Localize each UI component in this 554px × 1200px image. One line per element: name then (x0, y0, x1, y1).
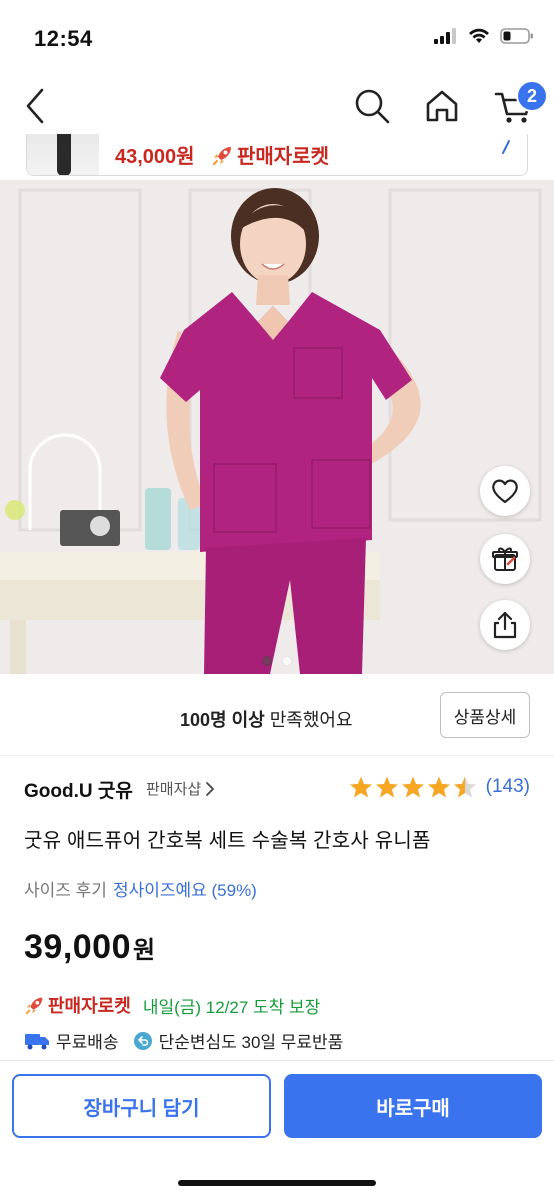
review-count[interactable]: (143) (486, 776, 530, 798)
strip-rocket-text: 판매자로켓 (237, 146, 329, 168)
seller-row: Good.U 굿유 판매자샵 (143) (24, 772, 530, 806)
carousel-dots (0, 656, 554, 666)
wifi-icon (469, 28, 489, 43)
carousel-dot[interactable] (262, 656, 272, 666)
chevron-right-icon (206, 781, 215, 796)
rocket-icon (25, 997, 43, 1015)
satisfaction-text: 100명 이상 만족했어요 (180, 706, 353, 732)
heart-icon (492, 479, 518, 504)
share-button[interactable] (480, 600, 530, 650)
size-review-value: 정사이즈예요 (59%) (112, 881, 257, 900)
return-policy: 단순변심도 30일 무료반품 (133, 1028, 344, 1053)
satisfaction-count: 100명 이상 (180, 710, 265, 730)
share-icon (493, 611, 517, 639)
rocket-badge-text: 판매자로켓 (48, 996, 131, 1016)
seller-name[interactable]: Good.U 굿유 (24, 776, 133, 803)
buy-now-button[interactable]: 바로구매 (284, 1074, 542, 1138)
size-review[interactable]: 사이즈 후기 정사이즈예요 (59%) (24, 876, 257, 901)
product-image[interactable] (0, 180, 554, 674)
product-title: 굿유 애드퓨어 간호복 세트 수술복 간호사 유니폼 (24, 830, 431, 852)
sticky-product-strip[interactable]: 43,000원 판매자로켓 (26, 134, 528, 176)
battery-icon (500, 28, 533, 44)
rating[interactable]: (143) (349, 774, 530, 800)
product-detail-button[interactable]: 상품상세 (440, 692, 530, 738)
star-rating-icon (349, 776, 476, 798)
gift-icon (492, 547, 518, 571)
satisfaction-row: 100명 이상 만족했어요 상품상세 (0, 674, 554, 756)
satisfaction-label: 만족했어요 (264, 710, 353, 730)
price: 39,000원 (24, 928, 156, 967)
back-icon[interactable] (18, 84, 54, 128)
product-photo (0, 180, 554, 674)
delivery-row: 판매자로켓 내일(금) 12/27 도착 보장 (24, 992, 320, 1018)
seller-shop-label: 판매자샵 (146, 781, 202, 798)
truck-icon (25, 1033, 49, 1049)
gift-button[interactable] (480, 534, 530, 584)
home-icon[interactable] (422, 86, 462, 126)
status-icons (434, 28, 534, 44)
arrival-guarantee: 내일(금) 12/27 도착 보장 (142, 997, 321, 1017)
price-currency: 원 (133, 937, 156, 964)
strip-price: 43,000원 (115, 146, 195, 168)
bottom-action-bar: 장바구니 담기 바로구매 (0, 1060, 554, 1200)
strip-thumbnail (27, 134, 99, 175)
status-time: 12:54 (34, 26, 93, 51)
free-shipping: 무료배송 (24, 1028, 119, 1053)
size-review-label: 사이즈 후기 (24, 881, 107, 900)
home-indicator[interactable] (178, 1180, 376, 1186)
price-amount: 39,000 (24, 928, 131, 966)
return-icon (133, 1031, 152, 1050)
seller-shop-link[interactable]: 판매자샵 (146, 778, 215, 799)
carousel-dot[interactable] (282, 656, 292, 666)
status-bar: 12:54 (0, 0, 554, 80)
edit-icon[interactable] (495, 138, 515, 158)
cart-count-badge: 2 (516, 80, 548, 112)
strip-rocket-label: 판매자로켓 (211, 140, 329, 169)
rocket-badge: 판매자로켓 (24, 992, 131, 1018)
search-icon[interactable] (352, 86, 392, 126)
return-policy-text: 단순변심도 30일 무료반품 (158, 1033, 344, 1052)
nav-bar: 2 (0, 80, 554, 134)
add-to-cart-button[interactable]: 장바구니 담기 (12, 1074, 271, 1138)
shipping-row: 무료배송 단순변심도 30일 무료반품 (24, 1028, 351, 1053)
rocket-icon (213, 146, 231, 165)
free-shipping-text: 무료배송 (56, 1033, 119, 1052)
signal-icon (434, 28, 456, 44)
wishlist-button[interactable] (480, 466, 530, 516)
